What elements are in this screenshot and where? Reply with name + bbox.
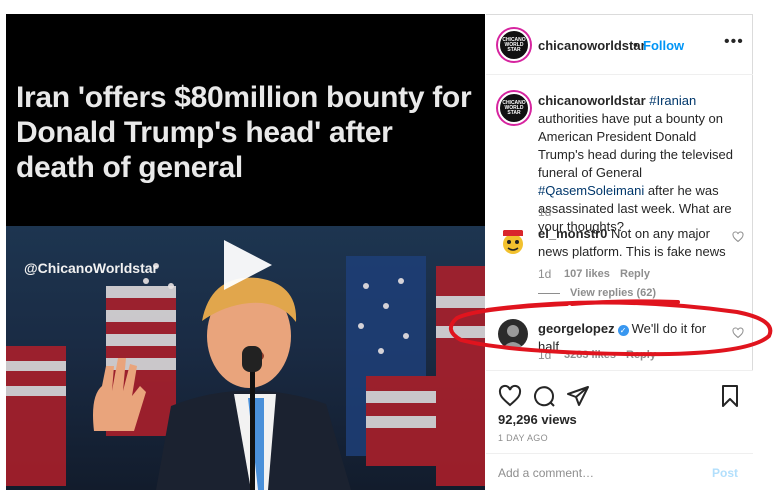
reply-button[interactable]: Reply xyxy=(620,268,650,280)
reply-button[interactable]: Reply xyxy=(626,349,656,361)
play-icon[interactable] xyxy=(220,238,274,292)
verified-badge-icon: ✓ xyxy=(617,325,629,336)
comment-age: 1d xyxy=(538,348,552,362)
like-comment-heart-icon[interactable] xyxy=(732,231,744,243)
view-count[interactable]: 92,296 views xyxy=(498,412,577,427)
caption-age: 1d xyxy=(538,205,552,219)
post-video[interactable]: Iran 'offers $80million bounty for Donal… xyxy=(6,14,485,490)
heart-icon[interactable] xyxy=(498,384,522,408)
person-avatar-icon xyxy=(502,325,524,349)
avatar-logo-text: CHICANO WORLD STAR xyxy=(502,36,526,53)
comment-likes[interactable]: 3283 likes xyxy=(564,349,616,361)
replies-divider xyxy=(538,292,560,294)
hashtag-iranian[interactable]: #Iranian xyxy=(649,93,696,108)
like-comment-heart-icon[interactable] xyxy=(732,327,744,339)
share-icon[interactable] xyxy=(566,384,590,408)
author-avatar[interactable]: CHICANO WORLD STAR xyxy=(498,29,530,61)
author-username[interactable]: chicanoworldstar xyxy=(538,38,646,53)
video-frame[interactable]: @ChicanoWorldstar xyxy=(6,226,485,490)
bookmark-icon[interactable] xyxy=(718,384,742,408)
post-header: CHICANO WORLD STAR chicanoworldstar • Fo… xyxy=(486,15,753,75)
mascot-avatar-icon xyxy=(498,227,528,257)
hashtag-qasemsoleimani[interactable]: #QasemSoleimani xyxy=(538,183,644,198)
instagram-post-page: Iran 'offers $80million bounty for Donal… xyxy=(0,0,775,497)
video-watermark-handle: @ChicanoWorldstar xyxy=(24,260,158,276)
comment-username[interactable]: georgelopez xyxy=(538,321,615,336)
caption-author-avatar[interactable]: CHICANO WORLD STAR xyxy=(498,92,530,124)
post-details-panel: CHICANO WORLD STAR chicanoworldstar • Fo… xyxy=(486,14,753,491)
header-separator: • xyxy=(633,37,638,52)
commenter-avatar-georgelopez[interactable] xyxy=(498,319,528,349)
video-headline: Iran 'offers $80million bounty for Donal… xyxy=(16,81,472,184)
comment-input[interactable] xyxy=(498,463,698,483)
more-options-icon[interactable]: ••• xyxy=(724,34,744,50)
comment-username[interactable]: el_monstr0 xyxy=(538,226,607,241)
comment-likes[interactable]: 107 likes xyxy=(564,268,610,280)
comment-age: 1d xyxy=(538,267,552,281)
red-underline-annotation xyxy=(570,299,680,306)
post-actions-section: 92,296 views 1 DAY AGO Post xyxy=(486,370,753,491)
comment-el-monstr0: el_monstr0 Not on any major news platfor… xyxy=(538,225,728,261)
post-caption: chicanoworldstar #Iranian authorities ha… xyxy=(538,92,743,236)
post-comment-button[interactable]: Post xyxy=(712,466,738,480)
comment-icon[interactable] xyxy=(532,384,556,408)
avatar-logo-text: CHICANO WORLD STAR xyxy=(502,99,526,116)
follow-button[interactable]: Follow xyxy=(643,38,684,53)
caption-text-part1: authorities have put a bounty on America… xyxy=(538,111,733,180)
post-date: 1 DAY AGO xyxy=(498,433,548,443)
add-comment-bar: Post xyxy=(486,453,753,492)
caption-username[interactable]: chicanoworldstar xyxy=(538,93,646,108)
commenter-avatar-el-monstr0[interactable] xyxy=(498,227,528,257)
